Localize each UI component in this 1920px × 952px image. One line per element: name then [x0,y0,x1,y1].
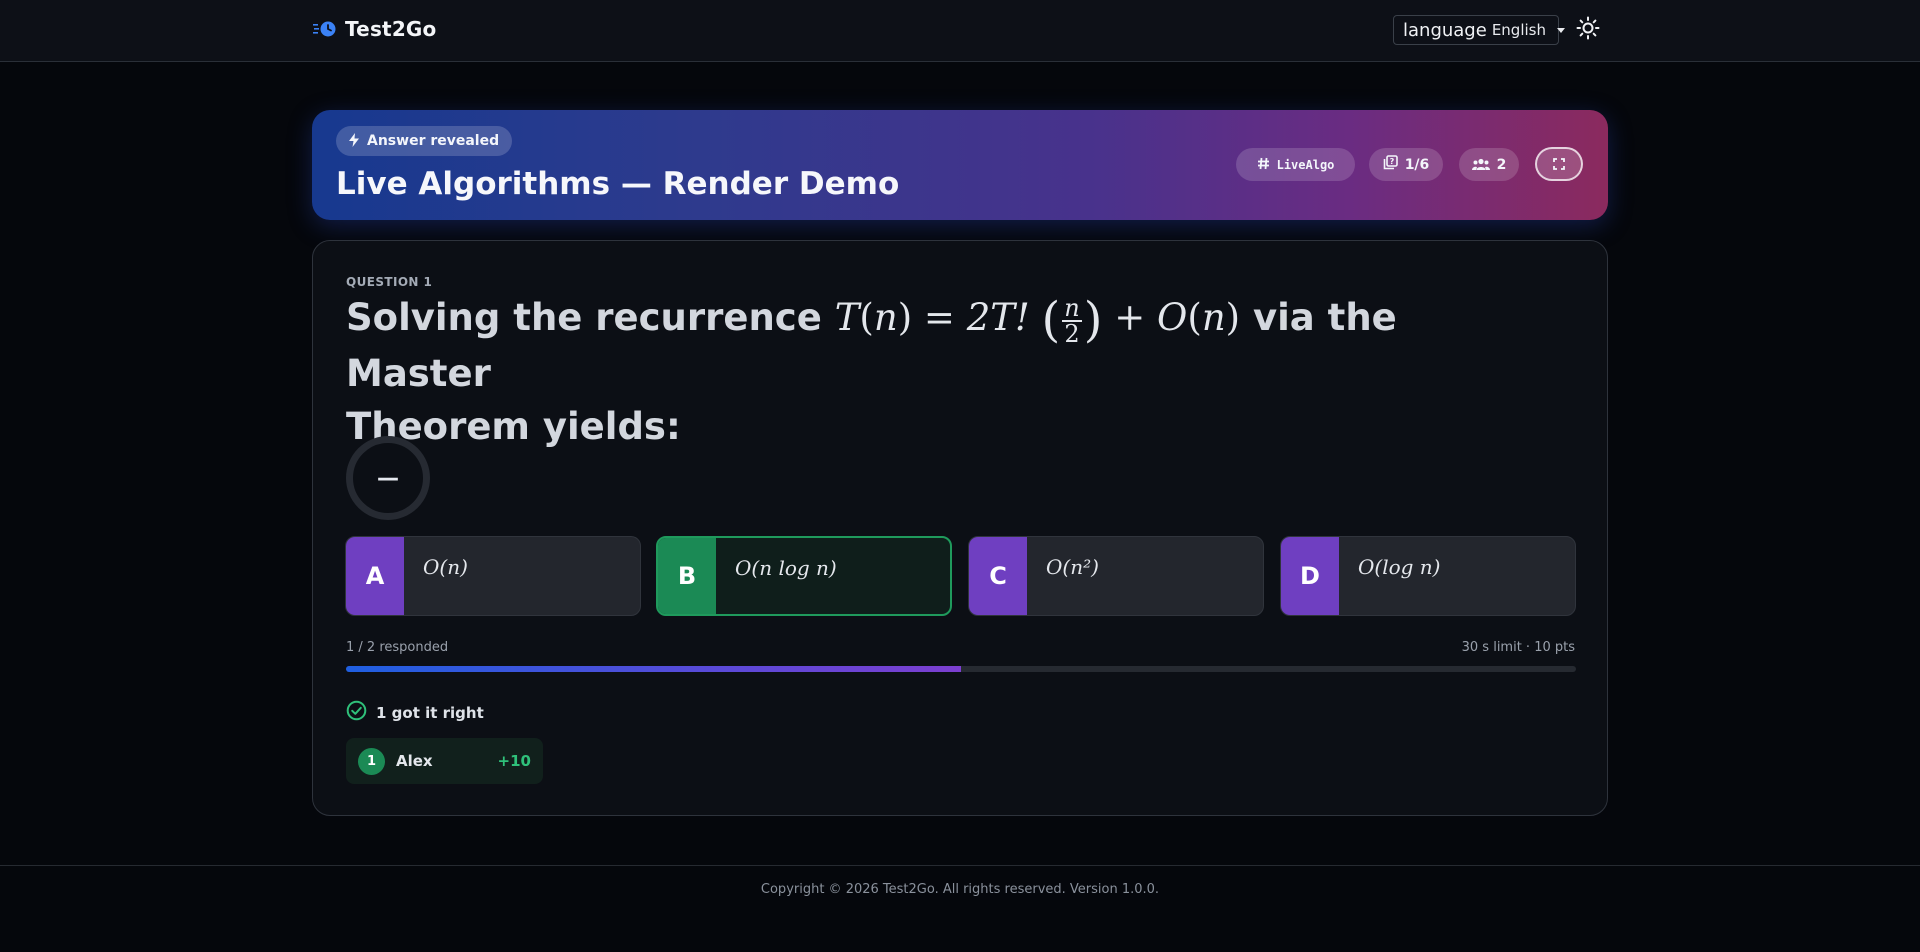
stopwatch-logo-icon [313,19,337,39]
option-letter: C [969,537,1027,615]
time-limit-points: 30 s limit · 10 pts [1461,640,1575,655]
question-card: QUESTION 1 Solving the recurrence T(n) =… [312,240,1608,816]
option-text: O(n log n) [735,556,837,580]
question-stack-icon: ? [1383,155,1398,174]
correct-count-text: 1 got it right [376,703,484,722]
question-text: Solving the recurrence T(n) = 2T! (n 2) +… [346,291,1546,453]
brand-link[interactable]: Test2Go [313,17,437,41]
caret-down-icon [1556,27,1565,33]
svg-text:?: ? [1389,157,1394,166]
countdown-timer: — [346,436,430,520]
player-name: Alex [396,752,433,770]
participant-count: 2 [1496,156,1507,173]
room-code: LiveAlgo [1276,157,1335,172]
participants-chip: 2 [1459,148,1519,181]
timer-value: — [377,465,399,491]
option-text: O(n) [423,555,468,579]
correct-summary: 1 got it right [346,700,484,725]
option-letter: A [346,537,404,615]
language-label: language [1403,19,1487,41]
users-icon [1471,155,1490,174]
copyright-text: Copyright © 2026 Test2Go. All rights res… [760,882,1160,897]
language-select[interactable]: language English [1393,15,1565,45]
room-code-chip[interactable]: LiveAlgo [1236,148,1355,181]
fullscreen-button[interactable] [1535,147,1583,181]
language-value: English [1491,21,1546,39]
option-letter: D [1281,537,1339,615]
answer-option-d[interactable]: D O(log n) [1280,536,1576,616]
top-navbar: Test2Go language English [0,0,1920,62]
answer-option-b[interactable]: B O(n log n) [656,536,952,616]
response-progress-bar [346,666,1576,672]
brand-name: Test2Go [345,17,437,41]
question-text-start: Solving the recurrence [346,296,822,339]
answer-option-c[interactable]: C O(n²) [968,536,1264,616]
leaderboard-entry: 1 Alex +10 [346,738,543,784]
lightning-icon [348,132,360,151]
status-text: Answer revealed [367,133,500,149]
question-counter: 1/6 [1404,156,1430,173]
option-text: O(log n) [1358,555,1441,579]
session-hero-banner: Answer revealed Live Algorithms — Render… [312,110,1608,220]
recurrence-formula: T(n) = 2T! (n 2) + O(n) [834,292,1241,348]
page-title: Live Algorithms — Render Demo [336,166,900,202]
option-letter: B [658,538,716,614]
page-footer: Copyright © 2026 Test2Go. All rights res… [0,865,1920,952]
fullscreen-icon [1553,155,1565,174]
player-points: +10 [497,752,531,770]
hash-icon [1257,155,1270,174]
status-badge: Answer revealed [336,126,513,156]
sun-icon[interactable] [1576,16,1600,40]
question-number-label: QUESTION 1 [346,275,433,289]
answer-option-a[interactable]: A O(n) [345,536,641,616]
question-counter-chip: ? 1/6 [1369,148,1443,181]
response-progress-fill [346,666,961,672]
responded-count: 1 / 2 responded [346,640,449,655]
check-circle-icon [346,700,367,725]
player-rank: 1 [358,748,385,775]
option-text: O(n²) [1046,555,1099,579]
